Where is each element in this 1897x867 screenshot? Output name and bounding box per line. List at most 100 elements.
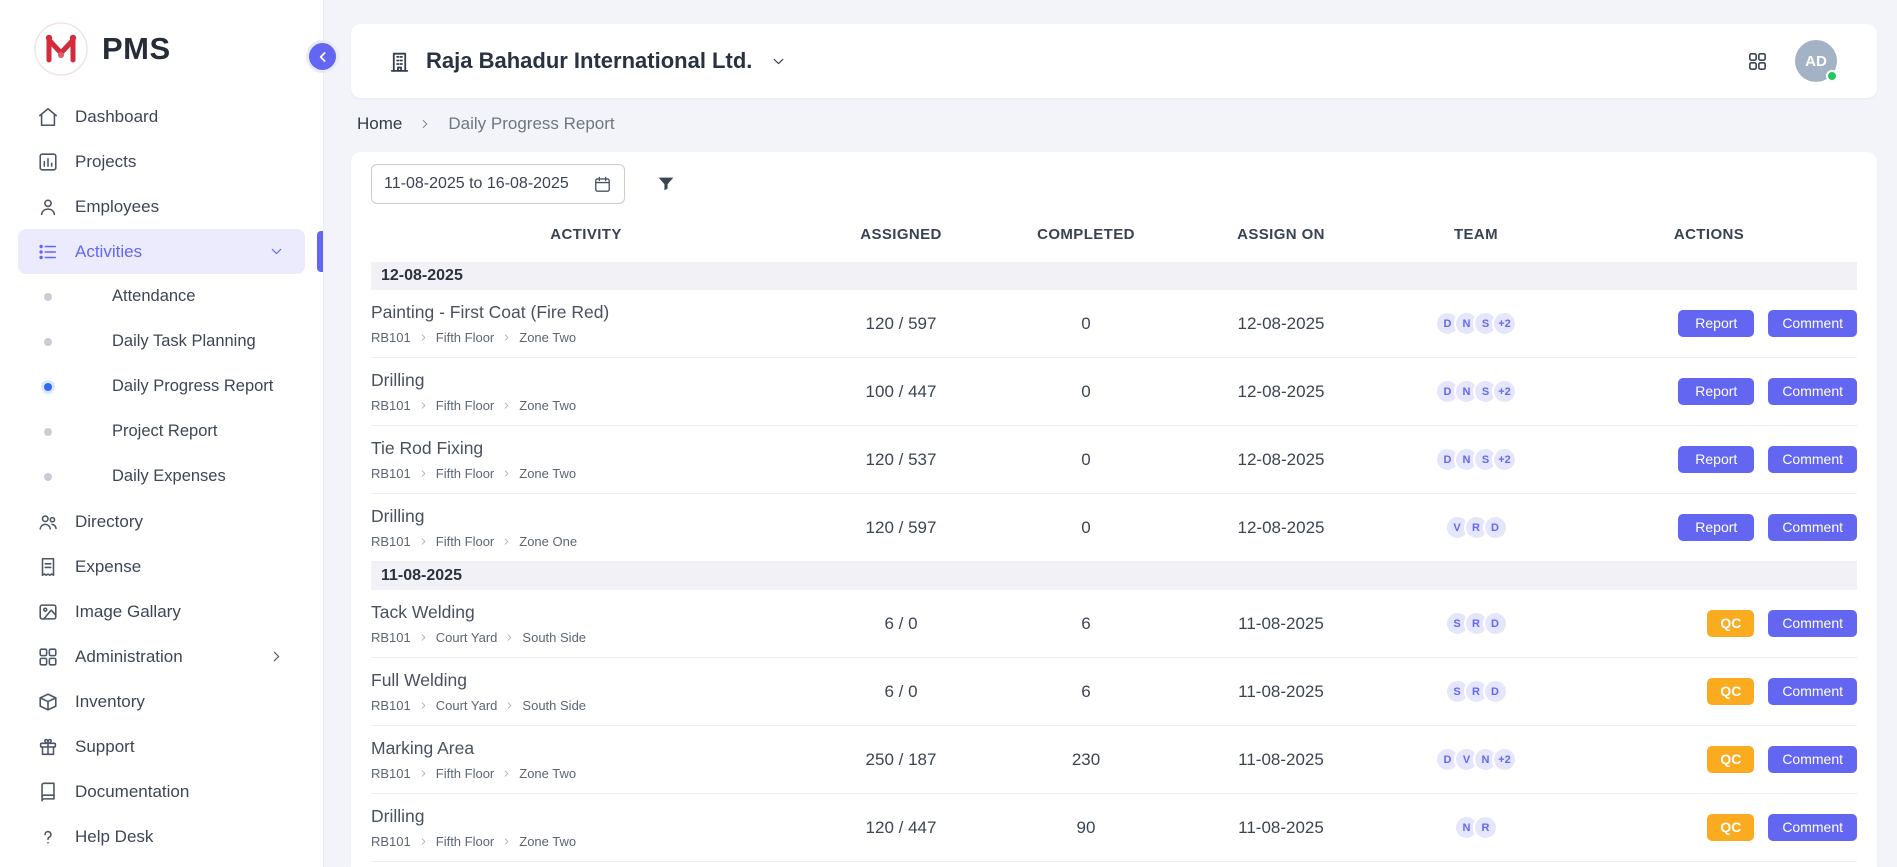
activity-location-path: RB101Court YardSouth Side	[371, 698, 793, 713]
location-segment: Zone Two	[519, 834, 576, 849]
team-cell: DNS+2	[1391, 311, 1561, 336]
chevron-right-icon	[418, 768, 429, 779]
sidebar-item-activities[interactable]: Activities	[18, 229, 305, 274]
location-segment: Fifth Floor	[436, 466, 495, 481]
sidebar-item-label: Dashboard	[75, 107, 158, 127]
actions-cell: Report Comment	[1561, 446, 1857, 473]
sidebar-subitem-attendance[interactable]: Attendance	[18, 274, 305, 319]
location-segment: RB101	[371, 466, 411, 481]
report-button[interactable]: Report	[1678, 514, 1754, 541]
apps-grid-icon[interactable]	[1746, 50, 1769, 73]
sidebar-item-label: Help Desk	[75, 827, 153, 847]
sidebar-item-help-desk[interactable]: Help Desk	[18, 814, 305, 859]
sidebar-item-label: Documentation	[75, 782, 189, 802]
comment-button[interactable]: Comment	[1768, 746, 1857, 773]
qc-button[interactable]: QC	[1707, 814, 1754, 841]
date-range-input[interactable]: 11-08-2025 to 16-08-2025	[371, 164, 625, 204]
team-more-badge[interactable]: +2	[1492, 447, 1517, 472]
table-row: Marking AreaRB101Fifth FloorZone Two250 …	[371, 726, 1857, 794]
activity-name: Drilling	[371, 506, 793, 527]
sidebar-subitem-daily-task-planning[interactable]: Daily Task Planning	[18, 319, 305, 364]
team-more-badge[interactable]: +2	[1492, 747, 1517, 772]
team-more-badge[interactable]: +2	[1492, 379, 1517, 404]
chevron-right-icon	[418, 332, 429, 343]
chevron-right-icon	[418, 400, 429, 411]
sidebar-item-administration[interactable]: Administration	[18, 634, 305, 679]
sidebar-subitem-label: Project Report	[112, 422, 217, 441]
chevron-right-icon	[501, 332, 512, 343]
table-body: 12-08-2025Painting - First Coat (Fire Re…	[371, 262, 1857, 862]
assign-on-date: 11-08-2025	[1171, 682, 1391, 702]
comment-button[interactable]: Comment	[1768, 378, 1857, 405]
team-cell: VRD	[1391, 515, 1561, 540]
team-member-avatar[interactable]: R	[1473, 815, 1498, 840]
actions-cell: Report Comment	[1561, 378, 1857, 405]
sidebar-item-image-gallary[interactable]: Image Gallary	[18, 589, 305, 634]
team-more-badge[interactable]: +2	[1492, 311, 1517, 336]
sidebar-item-expense[interactable]: Expense	[18, 544, 305, 589]
topbar-right: AD	[1746, 40, 1837, 82]
sidebar-subitem-label: Daily Task Planning	[112, 332, 256, 351]
sidebar-item-employees[interactable]: Employees	[18, 184, 305, 229]
date-range-value: 11-08-2025 to 16-08-2025	[384, 175, 569, 193]
qc-button[interactable]: QC	[1707, 678, 1754, 705]
projects-icon	[37, 151, 59, 173]
location-segment: RB101	[371, 834, 411, 849]
app-root: PMS DashboardProjectsEmployeesActivities…	[0, 0, 1897, 867]
sidebar-item-inventory[interactable]: Inventory	[18, 679, 305, 724]
column-header-actions: ACTIONS	[1561, 226, 1857, 243]
team-member-avatar[interactable]: D	[1483, 515, 1508, 540]
sidebar-subitem-daily-expenses[interactable]: Daily Expenses	[18, 454, 305, 499]
activity-name: Full Welding	[371, 670, 793, 691]
sidebar-item-documentation[interactable]: Documentation	[18, 769, 305, 814]
sidebar-item-label: Projects	[75, 152, 136, 172]
assign-on-date: 12-08-2025	[1171, 314, 1391, 334]
team-cell: NR	[1391, 815, 1561, 840]
documentation-icon	[37, 781, 59, 803]
logo-icon	[34, 22, 88, 76]
sidebar-item-label: Inventory	[75, 692, 145, 712]
chevron-right-icon	[501, 536, 512, 547]
sidebar-item-label: Expense	[75, 557, 141, 577]
assign-on-date: 12-08-2025	[1171, 450, 1391, 470]
sidebar-collapse-button[interactable]	[306, 40, 339, 73]
qc-button[interactable]: QC	[1707, 746, 1754, 773]
column-header-completed: COMPLETED	[1001, 226, 1171, 243]
location-segment: Fifth Floor	[436, 834, 495, 849]
team-member-avatar[interactable]: D	[1483, 611, 1508, 636]
report-button[interactable]: Report	[1678, 378, 1754, 405]
sidebar-item-projects[interactable]: Projects	[18, 139, 305, 184]
comment-button[interactable]: Comment	[1768, 610, 1857, 637]
activity-cell: DrillingRB101Fifth FloorZone Two	[371, 370, 801, 413]
report-button[interactable]: Report	[1678, 446, 1754, 473]
comment-button[interactable]: Comment	[1768, 514, 1857, 541]
activity-location-path: RB101Fifth FloorZone One	[371, 534, 793, 549]
avatar[interactable]: AD	[1795, 40, 1837, 82]
filter-icon[interactable]	[655, 173, 677, 195]
assigned-value: 6 / 0	[801, 682, 1001, 702]
sidebar: PMS DashboardProjectsEmployeesActivities…	[0, 0, 323, 867]
location-segment: Zone Two	[519, 466, 576, 481]
table-row: Painting - First Coat (Fire Red)RB101Fif…	[371, 290, 1857, 358]
filter-row: 11-08-2025 to 16-08-2025	[371, 164, 1857, 204]
activity-name: Painting - First Coat (Fire Red)	[371, 302, 793, 323]
comment-button[interactable]: Comment	[1768, 678, 1857, 705]
sidebar-subitem-daily-progress-report[interactable]: Daily Progress Report	[18, 364, 305, 409]
activities-icon	[37, 241, 59, 263]
breadcrumb-home[interactable]: Home	[357, 114, 402, 134]
report-button[interactable]: Report	[1678, 310, 1754, 337]
comment-button[interactable]: Comment	[1768, 310, 1857, 337]
sidebar-item-directory[interactable]: Directory	[18, 499, 305, 544]
bullet-icon	[44, 383, 52, 391]
qc-button[interactable]: QC	[1707, 610, 1754, 637]
company-selector[interactable]: Raja Bahadur International Ltd.	[387, 48, 787, 74]
comment-button[interactable]: Comment	[1768, 446, 1857, 473]
sidebar-item-dashboard[interactable]: Dashboard	[18, 94, 305, 139]
bullet-icon	[44, 428, 52, 436]
column-header-assign-on: ASSIGN ON	[1171, 226, 1391, 243]
activity-location-path: RB101Court YardSouth Side	[371, 630, 793, 645]
comment-button[interactable]: Comment	[1768, 814, 1857, 841]
team-member-avatar[interactable]: D	[1483, 679, 1508, 704]
sidebar-item-support[interactable]: Support	[18, 724, 305, 769]
sidebar-subitem-project-report[interactable]: Project Report	[18, 409, 305, 454]
